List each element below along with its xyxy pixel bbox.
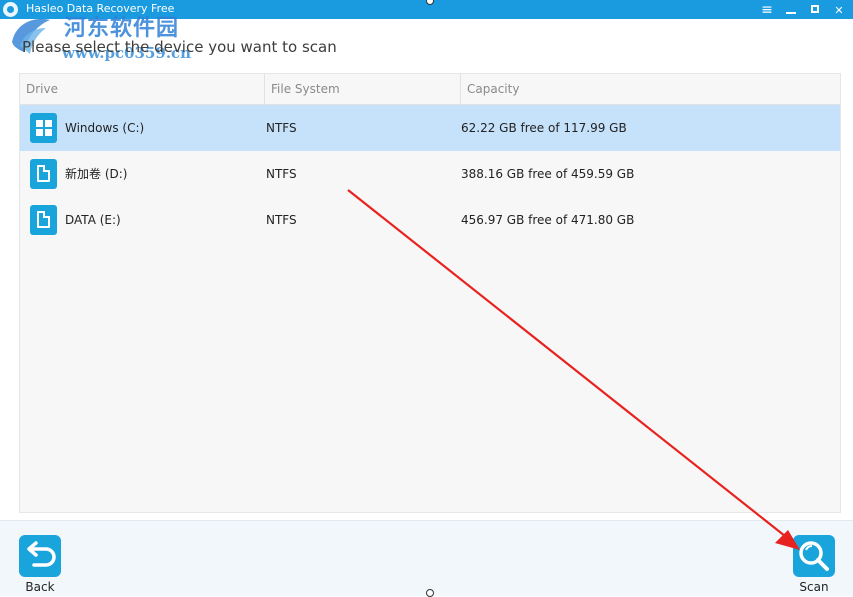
drive-capacity: 388.16 GB free of 459.59 GB (461, 167, 635, 181)
drive-list: Drive File System Capacity Windows (C:) … (19, 73, 841, 513)
drive-file-system: NTFS (266, 213, 297, 227)
column-header-file-system[interactable]: File System (265, 74, 461, 104)
drive-file-system: NTFS (266, 121, 297, 135)
column-header-capacity[interactable]: Capacity (461, 74, 840, 104)
drive-row-e[interactable]: DATA (E:) NTFS 456.97 GB free of 471.80 … (20, 197, 840, 243)
scan-label: Scan (799, 580, 829, 594)
drive-capacity: 62.22 GB free of 117.99 GB (461, 121, 627, 135)
table-header: Drive File System Capacity (20, 74, 840, 105)
app-logo-icon (3, 2, 18, 17)
scan-button[interactable]: Scan (789, 535, 839, 594)
drive-icon (30, 205, 57, 235)
maximize-icon[interactable] (809, 4, 821, 16)
back-arrow-icon (19, 535, 61, 577)
selection-handle (426, 589, 434, 597)
minimize-icon[interactable] (785, 4, 797, 16)
drive-row-c[interactable]: Windows (C:) NTFS 62.22 GB free of 117.9… (20, 105, 840, 151)
bottom-bar: Back Scan (0, 520, 853, 596)
drive-capacity: 456.97 GB free of 471.80 GB (461, 213, 635, 227)
magnifier-icon (793, 535, 835, 577)
drive-file-system: NTFS (266, 167, 297, 181)
window-title: Hasleo Data Recovery Free (26, 2, 175, 15)
back-button[interactable]: Back (15, 535, 65, 594)
drive-icon (30, 159, 57, 189)
drive-row-d[interactable]: 新加卷 (D:) NTFS 388.16 GB free of 459.59 G… (20, 151, 840, 197)
drive-name: DATA (E:) (65, 213, 121, 227)
instruction-text: Please select the device you want to sca… (22, 38, 337, 56)
menu-icon[interactable] (761, 4, 773, 16)
back-label: Back (25, 580, 55, 594)
column-header-drive[interactable]: Drive (20, 74, 265, 104)
drive-name: 新加卷 (D:) (65, 167, 128, 181)
close-icon[interactable] (833, 4, 845, 16)
window-controls (761, 0, 845, 19)
windows-drive-icon (30, 113, 57, 143)
drive-name: Windows (C:) (65, 121, 145, 135)
